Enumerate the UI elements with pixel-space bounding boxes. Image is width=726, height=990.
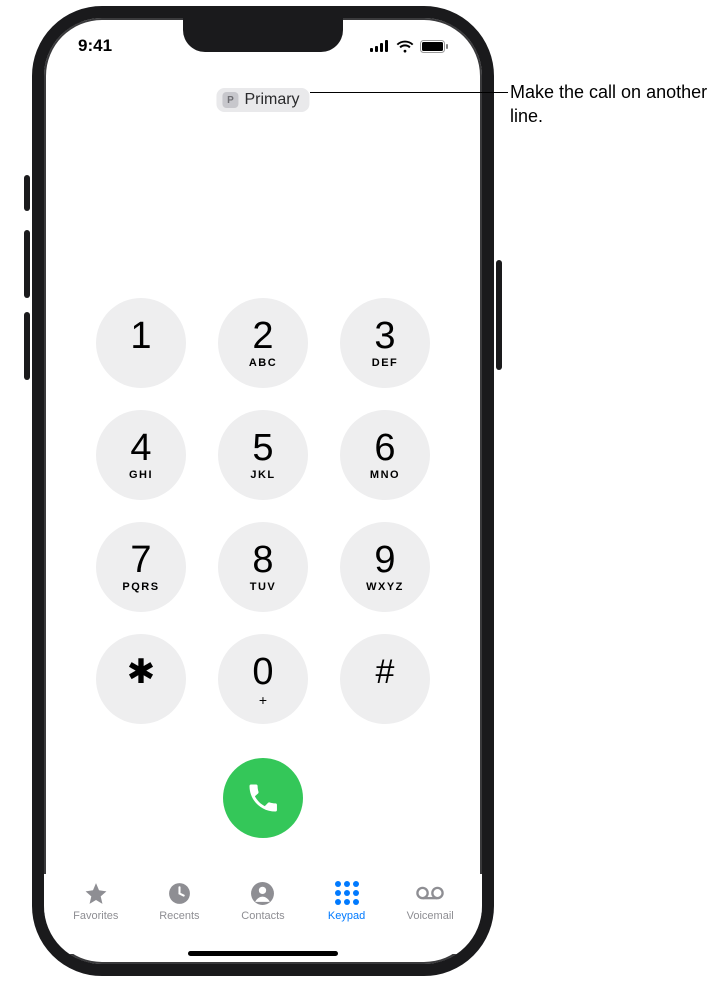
status-time: 9:41 (78, 36, 112, 56)
key-7[interactable]: 7 PQRS (96, 522, 186, 612)
tab-favorites[interactable]: Favorites (60, 880, 132, 922)
side-button (496, 260, 502, 370)
key-digit: 7 (130, 541, 151, 579)
volume-up-button (24, 230, 30, 298)
tab-recents[interactable]: Recents (143, 880, 215, 922)
key-digit: ✱ (127, 655, 156, 689)
key-4[interactable]: 4 GHI (96, 410, 186, 500)
call-button[interactable] (223, 758, 303, 838)
person-icon (249, 880, 277, 906)
key-digit: 6 (374, 429, 395, 467)
key-digit: 4 (130, 429, 151, 467)
tab-label: Favorites (73, 910, 118, 922)
tab-voicemail[interactable]: Voicemail (394, 880, 466, 922)
key-2[interactable]: 2 ABC (218, 298, 308, 388)
key-star[interactable]: ✱ (96, 634, 186, 724)
callout-text: Make the call on another line. (510, 80, 710, 129)
volume-down-button (24, 312, 30, 380)
key-letters: DEF (372, 357, 399, 369)
key-digit: 2 (252, 317, 273, 355)
key-letters: + (259, 693, 267, 705)
key-digit: 8 (252, 541, 273, 579)
key-digit: 1 (130, 317, 151, 355)
cellular-icon (370, 40, 390, 52)
tab-label: Keypad (328, 910, 365, 922)
tab-label: Voicemail (407, 910, 454, 922)
key-letters: WXYZ (366, 581, 404, 593)
voicemail-icon (416, 880, 444, 906)
notch (183, 16, 343, 52)
keypad-icon (333, 880, 361, 906)
tab-label: Recents (159, 910, 199, 922)
key-digit: 3 (374, 317, 395, 355)
key-9[interactable]: 9 WXYZ (340, 522, 430, 612)
key-digit: # (376, 655, 395, 689)
clock-icon (165, 880, 193, 906)
key-1[interactable]: 1 (96, 298, 186, 388)
key-letters: TUV (250, 581, 277, 593)
key-digit: 5 (252, 429, 273, 467)
tab-bar: Favorites Recents Contacts Keypad Voicem… (44, 874, 482, 954)
iphone-frame: 9:41 P Primary 1 2 ABC 3 DEF 4 GHI 5 JKL 6 MN… (32, 6, 494, 976)
status-indicators (370, 40, 448, 53)
tab-label: Contacts (241, 910, 284, 922)
key-8[interactable]: 8 TUV (218, 522, 308, 612)
silent-switch (24, 175, 30, 211)
battery-icon (420, 40, 448, 53)
sim-selector[interactable]: P Primary (216, 88, 309, 112)
phone-icon (245, 780, 281, 816)
key-letters: PQRS (122, 581, 159, 593)
key-letters: GHI (129, 469, 153, 481)
sim-label: Primary (244, 91, 299, 109)
sim-badge-icon: P (222, 92, 238, 108)
keypad: 1 2 ABC 3 DEF 4 GHI 5 JKL 6 MNO 7 PQRS 8 TUV 9 W… (96, 298, 430, 724)
key-3[interactable]: 3 DEF (340, 298, 430, 388)
wifi-icon (396, 40, 414, 53)
tab-contacts[interactable]: Contacts (227, 880, 299, 922)
callout-leader-line (310, 92, 508, 93)
key-hash[interactable]: # (340, 634, 430, 724)
key-letters: ABC (249, 357, 277, 369)
key-digit: 0 (252, 653, 273, 691)
key-0[interactable]: 0+ (218, 634, 308, 724)
star-icon (82, 880, 110, 906)
home-indicator[interactable] (188, 951, 338, 956)
key-5[interactable]: 5 JKL (218, 410, 308, 500)
key-letters: MNO (370, 469, 400, 481)
key-letters: JKL (250, 469, 275, 481)
key-digit: 9 (374, 541, 395, 579)
tab-keypad[interactable]: Keypad (311, 880, 383, 922)
key-6[interactable]: 6 MNO (340, 410, 430, 500)
